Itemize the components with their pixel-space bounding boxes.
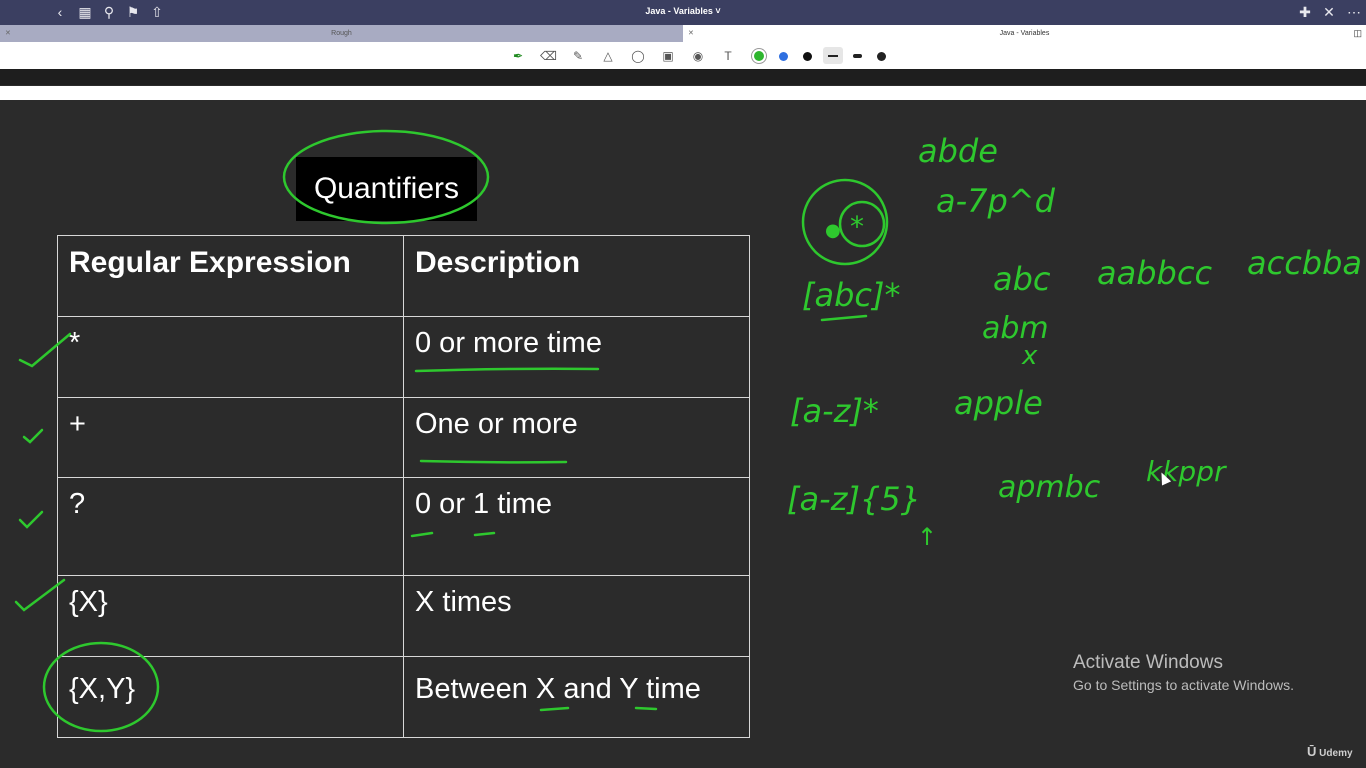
- header-description: Description: [403, 235, 750, 317]
- stroke-medium-option[interactable]: [853, 54, 862, 58]
- stroke-thick-option[interactable]: [877, 52, 886, 61]
- regex-cell: {X}: [57, 575, 404, 657]
- slide-title: Quantifiers: [296, 157, 477, 221]
- regex-cell: +: [57, 397, 404, 478]
- table-row: ? 0 or 1 time: [57, 477, 750, 576]
- table-row: + One or more: [57, 397, 750, 478]
- udemy-icon: Ū: [1307, 744, 1317, 759]
- document-title[interactable]: Java - Variables ˅: [0, 6, 1366, 16]
- table-row: {X,Y} Between X and Y time: [57, 656, 750, 738]
- activation-watermark: Activate Windows Go to Settings to activ…: [1073, 652, 1294, 693]
- color-blue-swatch[interactable]: [779, 52, 788, 61]
- tab-bar: ✕ Rough ✕ Java - Variables ◫: [0, 25, 1366, 42]
- regex-cell: {X,Y}: [57, 656, 404, 738]
- tab-rough[interactable]: ✕ Rough: [0, 25, 683, 42]
- stroke-thin-option[interactable]: [823, 47, 843, 64]
- new-page-icon[interactable]: ✚: [1297, 4, 1313, 20]
- color-black-swatch[interactable]: [803, 52, 812, 61]
- description-cell: 0 or more time: [403, 316, 750, 398]
- image-icon[interactable]: ▣: [660, 48, 676, 64]
- table-row: {X} X times: [57, 575, 750, 657]
- camera-icon[interactable]: ◉: [690, 48, 706, 64]
- shapes-icon[interactable]: △: [600, 48, 616, 64]
- watermark-subtitle: Go to Settings to activate Windows.: [1073, 677, 1294, 693]
- watermark-title: Activate Windows: [1073, 652, 1223, 673]
- close-tab-icon[interactable]: ✕: [688, 25, 694, 42]
- table-header-row: Regular Expression Description: [57, 235, 750, 317]
- highlighter-icon[interactable]: ✎: [570, 48, 586, 64]
- page-edge: [0, 86, 1366, 100]
- more-icon[interactable]: ⋯: [1346, 4, 1362, 20]
- page-gap: [0, 69, 1366, 85]
- regex-cell: *: [57, 316, 404, 398]
- regex-cell: ?: [57, 477, 404, 576]
- pen-icon[interactable]: ✒: [510, 48, 526, 64]
- description-cell: One or more: [403, 397, 750, 478]
- split-view-icon[interactable]: ◫: [1353, 25, 1362, 42]
- color-green-swatch[interactable]: [754, 51, 764, 61]
- drawing-toolbar: ✒ ⌫ ✎ △ ◯ ▣ ◉ T: [0, 42, 1366, 70]
- lasso-icon[interactable]: ◯: [630, 48, 646, 64]
- description-cell: 0 or 1 time: [403, 477, 750, 576]
- table-row: * 0 or more time: [57, 316, 750, 398]
- tab-java-variables[interactable]: ✕ Java - Variables ◫: [683, 25, 1366, 42]
- close-tab-icon[interactable]: ✕: [5, 25, 11, 42]
- description-cell: X times: [403, 575, 750, 657]
- udemy-logo: Ū Udemy: [1307, 744, 1353, 759]
- quantifiers-table: Regular Expression Description * 0 or mo…: [57, 235, 750, 738]
- description-cell: Between X and Y time: [403, 656, 750, 738]
- text-icon[interactable]: T: [720, 48, 736, 64]
- close-icon[interactable]: ✕: [1321, 4, 1337, 20]
- eraser-icon[interactable]: ⌫: [540, 48, 557, 64]
- app-title-bar: ‹ ▦ ⚲ ⚑ ⇧ Java - Variables ˅ ✚ ✕ ⋯: [0, 0, 1366, 25]
- header-regex: Regular Expression: [57, 235, 404, 317]
